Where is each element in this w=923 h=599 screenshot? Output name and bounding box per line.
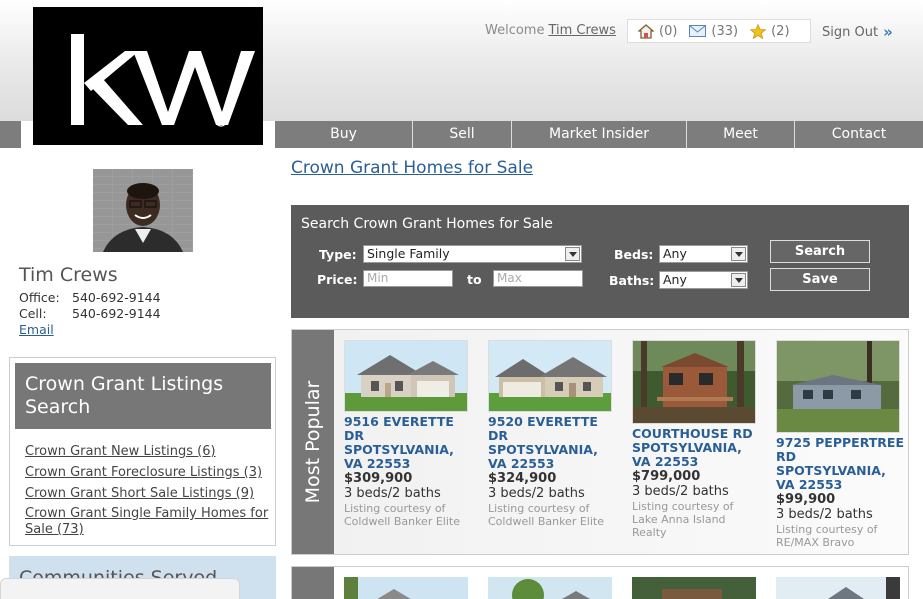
save-search-button[interactable]: Save [770, 268, 870, 291]
foreclosure-listings-link[interactable]: Crown Grant Foreclosure Listings (3) [25, 462, 273, 483]
double-chevron-right-icon: » [883, 23, 893, 41]
listing-address[interactable]: 9520 EVERETTE DR SPOTSYLVANIA, VA 22553 [488, 415, 616, 471]
listings-panel-title: Crown Grant Listings Search [15, 363, 271, 429]
house-icon [638, 23, 654, 39]
listing-courtesy: Listing courtesy of Coldwell Banker Elit… [344, 502, 460, 528]
price-max-input[interactable]: Max [493, 270, 583, 287]
nav-item-sell[interactable]: Sell [413, 121, 512, 148]
favorites-counter[interactable]: (2) [750, 23, 790, 39]
listing-address[interactable]: 9725 PEPPERTREE RD SPOTSYLVANIA, VA 2255… [776, 436, 904, 492]
listing-photo[interactable] [632, 340, 756, 424]
user-counters: (0) (33) (2) [627, 19, 811, 43]
messages-counter[interactable]: (33) [689, 24, 738, 39]
nav-bar-left-segment [0, 121, 21, 148]
price-to-label: to [467, 272, 482, 287]
listing-price: $324,900 [488, 471, 557, 486]
type-label: Type: [319, 247, 357, 262]
listing-beds-baths: 3 beds/2 baths [632, 484, 729, 499]
cell-phone: 540-692-9144 [72, 306, 161, 321]
most-popular-label: Most Popular [302, 380, 324, 504]
search-form: Search Crown Grant Homes for Sale Type: … [291, 205, 909, 318]
chevron-down-icon [731, 247, 746, 261]
sign-out-link[interactable]: Sign Out » [822, 23, 893, 41]
listing-photo[interactable] [488, 577, 612, 599]
listing-courtesy: Listing courtesy of Coldwell Banker Elit… [488, 502, 604, 528]
cell-label: Cell: [19, 306, 47, 321]
baths-select[interactable]: Any [659, 271, 748, 289]
email-link[interactable]: Email [19, 322, 54, 338]
welcome-text: Welcome Tim Crews [485, 23, 616, 38]
listing-photo[interactable] [776, 577, 900, 599]
single-family-listings-link[interactable]: Crown Grant Single Family Homes for Sale… [25, 506, 273, 538]
more-listings-section [291, 566, 909, 599]
nav-item-market-insider[interactable]: Market Insider [512, 121, 687, 148]
listing-address[interactable]: COURTHOUSE RD SPOTSYLVANIA, VA 22553 [632, 427, 760, 469]
listing-photo[interactable] [344, 577, 468, 599]
listings-search-panel: Crown Grant Listings Search Crown Grant … [9, 357, 276, 546]
price-min-input[interactable]: Min [363, 270, 453, 287]
star-icon [750, 23, 767, 39]
agent-photo [93, 169, 193, 252]
beds-label: Beds: [614, 247, 654, 262]
listing-price: $309,900 [344, 471, 413, 486]
nav-item-buy[interactable]: Buy [275, 121, 413, 148]
listing-beds-baths: 3 beds/2 baths [776, 507, 873, 522]
listing-price: $799,000 [632, 469, 701, 484]
sign-out-label: Sign Out [822, 24, 879, 40]
listing-address[interactable]: 9516 EVERETTE DR SPOTSYLVANIA, VA 22553 [344, 415, 472, 471]
listing-courtesy: Listing courtesy of Lake Anna Island Rea… [632, 500, 734, 539]
svg-text:R: R [219, 118, 224, 126]
nav-item-contact[interactable]: Contact [795, 121, 923, 148]
beds-select[interactable]: Any [659, 245, 748, 263]
favorites-count: (2) [771, 23, 790, 39]
type-select[interactable]: Single Family [363, 245, 582, 263]
messages-count: (33) [711, 23, 739, 39]
agent-name: Tim Crews [19, 264, 118, 286]
beds-select-value: Any [663, 246, 687, 261]
main-nav: Buy Sell Market Insider Meet Contact [275, 121, 923, 148]
type-select-value: Single Family [367, 246, 450, 261]
listing-price: $99,900 [776, 492, 836, 507]
most-popular-sidebar: Most Popular [292, 330, 334, 554]
nav-item-meet[interactable]: Meet [687, 121, 795, 148]
listing-photo[interactable] [632, 577, 756, 599]
listing-photo[interactable] [344, 340, 468, 412]
listing-beds-baths: 3 beds/2 baths [344, 486, 441, 501]
more-listings-sidebar [292, 567, 334, 599]
bottom-overlay-bar [0, 578, 240, 599]
listing-courtesy: Listing courtesy of RE/MAX Bravo [776, 523, 878, 549]
baths-label: Baths: [609, 273, 655, 288]
listing-card[interactable]: COURTHOUSE RD SPOTSYLVANIA, VA 22553 $79… [632, 340, 760, 539]
short-sale-listings-link[interactable]: Crown Grant Short Sale Listings (9) [25, 483, 273, 504]
search-button[interactable]: Search [770, 240, 870, 263]
page: { "header": { "welcome_prefix": "Welcome… [0, 0, 923, 599]
most-popular-section: Most Popular 9516 EVERETTE DR SPOTSYLVAN [291, 329, 909, 555]
chevron-down-icon [731, 273, 746, 287]
office-label: Office: [19, 290, 60, 305]
new-listings-link[interactable]: Crown Grant New Listings (6) [25, 441, 273, 462]
office-phone: 540-692-9144 [72, 290, 161, 305]
welcome-prefix: Welcome [485, 23, 545, 38]
baths-select-value: Any [663, 272, 687, 287]
user-name-link[interactable]: Tim Crews [548, 23, 616, 38]
search-form-title: Search Crown Grant Homes for Sale [301, 216, 553, 232]
envelope-icon [689, 25, 707, 37]
listing-card[interactable]: 9520 EVERETTE DR SPOTSYLVANIA, VA 22553 … [488, 340, 616, 528]
chevron-down-icon [565, 247, 580, 261]
listing-photo[interactable] [776, 340, 900, 433]
listings-link-list: Crown Grant New Listings (6) Crown Grant… [25, 441, 273, 538]
agent-contact-info: Office: 540-692-9144 Cell: 540-692-9144 Em… [19, 290, 161, 338]
page-title[interactable]: Crown Grant Homes for Sale [291, 158, 533, 178]
kw-logo[interactable]: R [33, 7, 263, 145]
listing-card[interactable]: 9516 EVERETTE DR SPOTSYLVANIA, VA 22553 … [344, 340, 472, 528]
listing-photo[interactable] [488, 340, 612, 412]
listing-card[interactable]: 9725 PEPPERTREE RD SPOTSYLVANIA, VA 2255… [776, 340, 904, 549]
price-label: Price: [317, 272, 358, 287]
most-popular-listings: 9516 EVERETTE DR SPOTSYLVANIA, VA 22553 … [334, 330, 908, 554]
saved-homes-count: (0) [659, 23, 678, 39]
saved-homes-counter[interactable]: (0) [638, 24, 677, 39]
kw-logo-mark: R [71, 34, 255, 127]
listing-beds-baths: 3 beds/2 baths [488, 486, 585, 501]
